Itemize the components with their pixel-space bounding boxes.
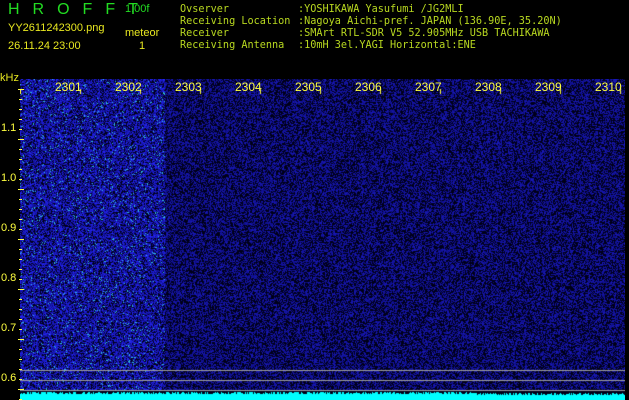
y-label: 0.7 [1, 322, 17, 334]
info-antenna: Receiving Antenna:10mH 3el.YAGI Horizont… [180, 40, 476, 51]
info-location: Receiving Location:Nagoya Aichi-pref. JA… [180, 16, 562, 27]
y-label: 0.6 [1, 372, 17, 384]
x-label: 2305 [295, 80, 322, 94]
y-tick [18, 339, 24, 340]
y-tick [19, 99, 22, 100]
filename: YY2611242300.png [8, 22, 105, 34]
spectrogram [20, 79, 625, 400]
x-label: 2304 [235, 80, 262, 94]
meteor-count: 1 [139, 40, 146, 52]
station-info: Ovserver:YOSHIKAWA Yasufumi /JG2MLI Rece… [180, 4, 625, 54]
x-label: 2306 [355, 80, 382, 94]
y-tick [19, 279, 22, 280]
y-tick [19, 369, 22, 370]
x-label: 2301 [55, 80, 82, 94]
y-tick [19, 299, 22, 300]
y-tick [18, 189, 24, 190]
meteor-label: meteor [125, 27, 160, 39]
y-tick [19, 199, 22, 200]
x-label: 2308 [475, 80, 502, 94]
y-tick [18, 89, 24, 90]
x-label: 2302 [115, 80, 142, 94]
y-tick [19, 249, 22, 250]
y-unit: kHz [0, 72, 19, 84]
y-tick [19, 159, 22, 160]
y-tick [19, 259, 22, 260]
y-tick [19, 359, 22, 360]
y-label: 0.9 [1, 222, 17, 234]
y-tick [19, 349, 22, 350]
y-tick [19, 229, 22, 230]
y-tick [19, 109, 22, 110]
info-receiver: Receiver:SMArt RTL-SDR V5 52.905MHz USB … [180, 28, 550, 39]
y-tick [19, 319, 22, 320]
x-label: 2309 [535, 80, 562, 94]
y-label: 1.1 [1, 122, 17, 134]
y-tick [19, 169, 22, 170]
y-tick [19, 329, 22, 330]
y-tick [19, 129, 22, 130]
datetime: 26.11.24 23:00 [8, 40, 81, 52]
y-tick [18, 389, 24, 390]
y-tick [19, 309, 22, 310]
y-tick [19, 119, 22, 120]
y-tick [18, 289, 24, 290]
y-tick [18, 239, 24, 240]
y-tick [19, 179, 22, 180]
x-label: 2310 [595, 80, 622, 94]
info-observer: Ovserver:YOSHIKAWA Yasufumi /JG2MLI [180, 4, 464, 15]
version: 1.00f [125, 3, 150, 15]
x-label: 2303 [175, 80, 202, 94]
y-tick [19, 219, 22, 220]
y-tick [19, 269, 22, 270]
y-tick [19, 149, 22, 150]
y-label: 0.8 [1, 272, 17, 284]
y-tick [18, 139, 24, 140]
y-label: 1.0 [1, 172, 17, 184]
y-tick [19, 379, 22, 380]
y-tick [19, 209, 22, 210]
x-label: 2307 [415, 80, 442, 94]
